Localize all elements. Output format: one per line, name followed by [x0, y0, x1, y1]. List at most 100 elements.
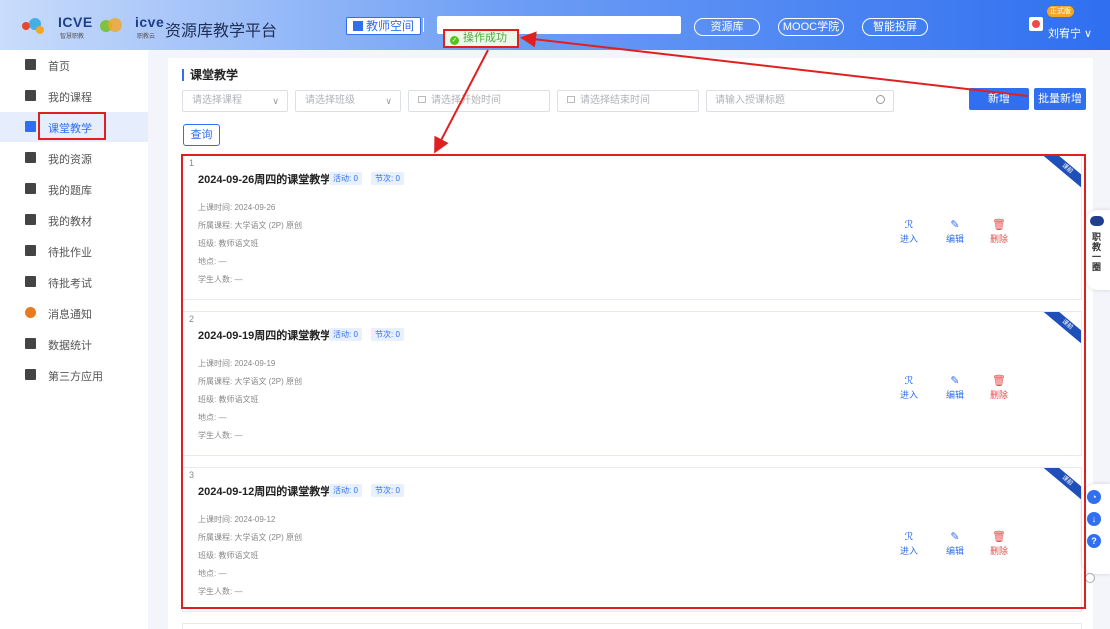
card-number: 1 — [189, 158, 195, 168]
edit-label: 编辑 — [945, 390, 964, 400]
back-to-top-icon[interactable] — [1085, 573, 1095, 583]
delete-label: 删除 — [989, 234, 1008, 244]
status-ribbon: 课前 — [1039, 312, 1081, 350]
delete-button[interactable]: 🗑 删除 — [987, 530, 1011, 557]
class-select-placeholder: 请选择班级 — [305, 95, 355, 106]
version-badge: 正式版 — [1047, 6, 1074, 17]
sidebar-item-pending-exams[interactable]: 待批考试 — [0, 267, 148, 297]
edit-button[interactable]: ✎ 编辑 — [943, 218, 967, 245]
enter-label: 进入 — [899, 390, 918, 400]
question-bank-icon — [25, 183, 36, 194]
main-panel: 课堂教学 请选择课程 ∨ 请选择班级 ∨ 请选择开始时间 请选择结束时间 请输入授课… — [168, 58, 1093, 629]
end-time-placeholder: 请选择结束时间 — [580, 95, 650, 106]
trash-icon: 🗑 — [992, 531, 1006, 543]
activity-count-tag: 活动: 0 — [329, 484, 362, 497]
trash-icon: 🗑 — [992, 375, 1006, 387]
delete-button[interactable]: 🗑 删除 — [987, 218, 1011, 245]
zhijiaoyun-logo-text: icve — [135, 14, 165, 30]
pencil-icon: ✎ — [950, 219, 960, 231]
sidebar-item-home[interactable]: 首页 — [0, 50, 148, 80]
nav-resource-library[interactable]: 资源库 — [694, 18, 760, 36]
lesson-title-placeholder: 请输入授课标题 — [715, 95, 785, 106]
nav-smart-screen[interactable]: 智能投屏 — [862, 18, 928, 36]
help-icon[interactable]: ? — [1087, 534, 1101, 548]
enter-icon: ℛ — [904, 375, 914, 387]
sidebar-item-my-courses[interactable]: 我的课程 — [0, 81, 148, 111]
query-button[interactable]: 查询 — [183, 124, 220, 146]
icve-logo-sub: 智慧职教 — [60, 34, 85, 40]
pencil-icon: ✎ — [950, 531, 960, 543]
feedback-icon[interactable]: ◔ — [1087, 490, 1101, 504]
check-icon: ✓ — [450, 36, 459, 45]
session-count-tag: 节次: 0 — [371, 484, 404, 497]
class-name: 班级: 教师语文班 — [198, 239, 259, 248]
home-icon — [25, 59, 36, 70]
floating-toolbar[interactable]: 职教一圈 — [1086, 210, 1110, 290]
sidebar-item-question-bank[interactable]: 我的题库 — [0, 174, 148, 204]
class-select[interactable]: 请选择班级 ∨ — [295, 90, 401, 112]
download-icon[interactable]: ↓ — [1087, 512, 1101, 526]
card-number: 2 — [189, 314, 195, 324]
lesson-card: 2 2024-09-19周四的课堂教学 活动: 0 节次: 0 上课时间: 20… — [182, 311, 1082, 456]
homework-icon — [25, 245, 36, 256]
sidebar-item-notifications[interactable]: 消息通知 — [0, 298, 148, 328]
toast-text: 操作成功 — [463, 32, 507, 44]
trash-icon: 🗑 — [992, 219, 1006, 231]
edit-button[interactable]: ✎ 编辑 — [943, 374, 967, 401]
calendar-icon — [418, 96, 426, 103]
sidebar-item-textbooks[interactable]: 我的教材 — [0, 205, 148, 235]
lesson-title-search[interactable]: 请输入授课标题 — [706, 90, 894, 112]
nav-mooc[interactable]: MOOC学院 — [778, 18, 844, 36]
icve-logo[interactable] — [22, 16, 58, 38]
header-separator — [423, 18, 424, 32]
app-icon[interactable] — [1029, 17, 1043, 31]
lesson-card — [182, 623, 1082, 629]
course-icon — [25, 90, 36, 101]
end-time-picker[interactable]: 请选择结束时间 — [557, 90, 699, 112]
sidebar-item-statistics[interactable]: 数据统计 — [0, 329, 148, 359]
batch-add-button[interactable]: 批量新增 — [1034, 88, 1086, 110]
sidebar-item-label: 我的资源 — [48, 154, 92, 166]
edit-label: 编辑 — [945, 234, 964, 244]
enter-button[interactable]: ℛ 进入 — [897, 530, 921, 557]
start-time-picker[interactable]: 请选择开始时间 — [408, 90, 550, 112]
top-header: ICVE 智慧职教 icve 职教云 资源库教学平台 教师空间 资源库 MOOC… — [0, 0, 1110, 50]
floating-toolbar-label: 职教一圈 — [1092, 232, 1102, 272]
sidebar-item-label: 待批作业 — [48, 247, 92, 259]
enter-button[interactable]: ℛ 进入 — [897, 374, 921, 401]
teacher-space-button[interactable]: 教师空间 — [346, 17, 422, 35]
statistics-icon — [25, 338, 36, 349]
teacher-space-label: 教师空间 — [366, 19, 415, 33]
class-time: 上课时间: 2024-09-12 — [198, 515, 276, 524]
delete-label: 删除 — [989, 390, 1008, 400]
card-title[interactable]: 2024-09-12周四的课堂教学 — [198, 483, 331, 499]
delete-button[interactable]: 🗑 删除 — [987, 374, 1011, 401]
card-number: 3 — [189, 470, 195, 480]
user-menu[interactable]: 刘宥宁 ∨ — [1048, 25, 1092, 41]
card-title[interactable]: 2024-09-19周四的课堂教学 — [198, 327, 331, 343]
session-count-tag: 节次: 0 — [371, 328, 404, 341]
page-title: 课堂教学 — [182, 69, 238, 81]
enter-button[interactable]: ℛ 进入 — [897, 218, 921, 245]
location: 地点: — — [198, 257, 227, 266]
icve-logo-text: ICVE — [58, 14, 93, 30]
textbook-icon — [25, 214, 36, 225]
zhijiaoyun-logo[interactable] — [100, 16, 130, 38]
add-button[interactable]: 新增 — [969, 88, 1029, 110]
sidebar-item-my-resources[interactable]: 我的资源 — [0, 143, 148, 173]
course-name: 所属课程: 大学语文 (2P) 原创 — [198, 377, 303, 386]
sidebar-item-label: 我的教材 — [48, 216, 92, 228]
card-title[interactable]: 2024-09-26周四的课堂教学 — [198, 171, 331, 187]
platform-title: 资源库教学平台 — [165, 23, 278, 40]
delete-label: 删除 — [989, 546, 1008, 556]
sidebar-item-third-party-apps[interactable]: 第三方应用 — [0, 360, 148, 390]
course-select[interactable]: 请选择课程 ∨ — [182, 90, 288, 112]
teacher-space-icon — [353, 21, 363, 31]
chevron-down-icon: ∨ — [385, 96, 392, 106]
edit-label: 编辑 — [945, 546, 964, 556]
start-time-placeholder: 请选择开始时间 — [431, 95, 501, 106]
edit-button[interactable]: ✎ 编辑 — [943, 530, 967, 557]
enter-label: 进入 — [899, 234, 918, 244]
sidebar-item-pending-homework[interactable]: 待批作业 — [0, 236, 148, 266]
activity-count-tag: 活动: 0 — [329, 328, 362, 341]
